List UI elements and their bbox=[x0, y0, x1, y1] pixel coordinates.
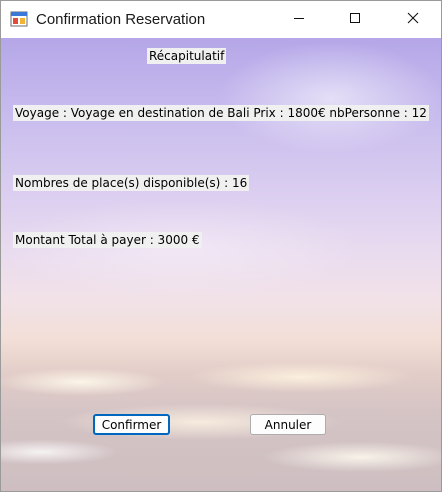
window-title: Confirmation Reservation bbox=[36, 11, 206, 28]
total-amount-label: Montant Total à payer : 3000 € bbox=[13, 232, 202, 248]
confirmation-window: Confirmation Reservation Récapitulatif V… bbox=[0, 0, 442, 492]
cancel-button[interactable]: Annuler bbox=[250, 414, 326, 435]
form-client-area: Récapitulatif Voyage : Voyage en destina… bbox=[1, 38, 441, 491]
close-icon bbox=[407, 12, 419, 27]
windows-form-icon bbox=[10, 10, 28, 28]
available-places-label: Nombres de place(s) disponible(s) : 16 bbox=[13, 175, 250, 191]
title-bar[interactable]: Confirmation Reservation bbox=[1, 1, 441, 38]
voyage-label: Voyage : Voyage en destination de Bali P… bbox=[13, 105, 429, 121]
confirm-button[interactable]: Confirmer bbox=[93, 414, 170, 435]
maximize-icon bbox=[349, 12, 361, 27]
minimize-icon bbox=[293, 12, 305, 27]
maximize-button[interactable] bbox=[332, 1, 378, 38]
close-button[interactable] bbox=[390, 1, 436, 38]
minimize-button[interactable] bbox=[276, 1, 322, 38]
recap-heading: Récapitulatif bbox=[147, 48, 227, 64]
sky-background-clouds bbox=[1, 342, 441, 491]
